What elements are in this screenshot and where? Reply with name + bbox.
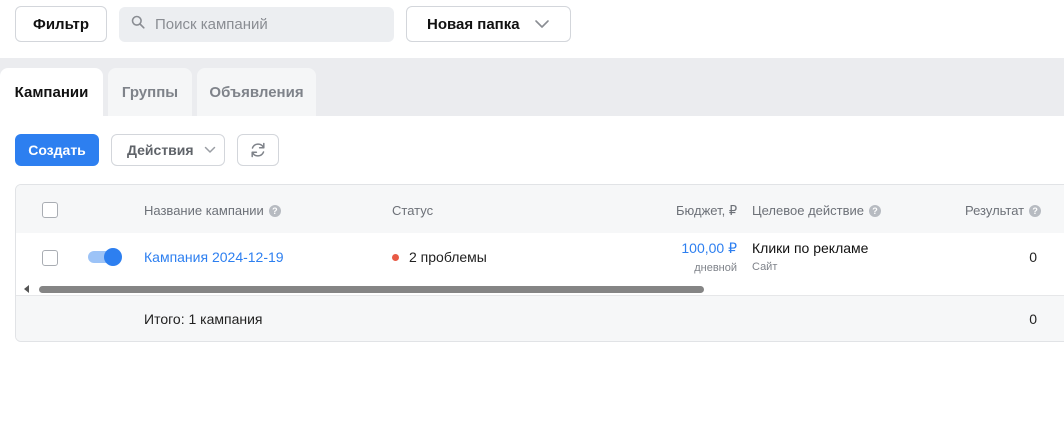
search-box[interactable] — [119, 7, 394, 42]
search-icon — [131, 15, 145, 34]
help-icon[interactable]: ? — [268, 204, 281, 217]
status-text[interactable]: 2 проблемы — [409, 249, 487, 265]
search-input[interactable] — [153, 15, 377, 34]
chevron-down-icon — [204, 146, 216, 154]
goal-cell: Клики по рекламе Сайт — [752, 240, 868, 273]
tab-ads[interactable]: Объявления — [197, 68, 316, 116]
budget-cell[interactable]: 100,00 ₽ дневной — [616, 240, 737, 274]
create-button[interactable]: Создать — [15, 134, 99, 166]
tab-campaigns[interactable]: Кампании — [0, 68, 103, 116]
create-button-label: Создать — [28, 142, 86, 158]
goal-sub: Сайт — [752, 261, 778, 273]
column-budget-header[interactable]: Бюджет, ₽ — [676, 203, 737, 219]
column-result-label: Результат — [965, 203, 1025, 218]
column-budget-label: Бюджет, ₽ — [676, 203, 738, 218]
column-name-label: Название кампании — [144, 203, 264, 218]
tab-campaigns-label: Кампании — [14, 83, 89, 101]
goal-value: Клики по рекламе — [752, 240, 869, 256]
actions-dropdown[interactable]: Действия — [111, 134, 225, 166]
column-goal-header[interactable]: Целевое действие ? — [752, 203, 881, 218]
total-label: Итого: 1 кампания — [144, 311, 263, 327]
table-row[interactable]: Кампания 2024-12-19 2 проблемы 100,00 ₽ … — [16, 233, 1064, 281]
status-cell: 2 проблемы — [392, 249, 487, 265]
budget-value: 100,00 ₽ — [681, 240, 737, 256]
folder-dropdown[interactable]: Новая папка — [406, 6, 571, 42]
column-goal-label: Целевое действие — [752, 203, 864, 218]
refresh-button[interactable] — [237, 134, 279, 166]
budget-period: дневной — [694, 262, 737, 274]
filter-button-label: Фильтр — [33, 15, 89, 33]
total-result: 0 — [1029, 311, 1037, 327]
column-result-header[interactable]: Результат ? — [965, 203, 1042, 218]
campaign-name-link[interactable]: Кампания 2024-12-19 — [144, 249, 284, 265]
select-all-checkbox[interactable] — [42, 202, 58, 218]
table-header: Название кампании ? Статус Бюджет, ₽ Цел… — [16, 185, 1064, 234]
horizontal-scrollbar[interactable] — [16, 281, 1064, 296]
help-icon[interactable]: ? — [1029, 204, 1042, 217]
help-icon[interactable]: ? — [869, 204, 881, 217]
status-error-dot — [392, 253, 399, 261]
folder-dropdown-label: Новая папка — [427, 15, 520, 33]
tab-ads-label: Объявления — [209, 83, 304, 101]
column-status-header[interactable]: Статус — [392, 203, 433, 218]
column-status-label: Статус — [392, 203, 434, 218]
toolbar: Фильтр Новая папка — [0, 0, 1064, 58]
scroll-left-arrow-icon[interactable] — [24, 285, 29, 293]
table-footer: Итого: 1 кампания 0 — [16, 296, 1064, 341]
row-checkbox[interactable] — [42, 250, 58, 266]
scrollbar-thumb[interactable] — [39, 286, 704, 293]
tab-groups[interactable]: Группы — [108, 68, 192, 116]
chevron-down-icon — [534, 19, 550, 29]
column-name-header[interactable]: Название кампании ? — [144, 203, 281, 218]
tab-groups-label: Группы — [121, 83, 179, 101]
campaign-toggle[interactable] — [88, 248, 122, 266]
refresh-icon — [248, 140, 268, 160]
filter-button[interactable]: Фильтр — [15, 6, 107, 42]
result-value: 0 — [1029, 249, 1037, 265]
actions-dropdown-label: Действия — [127, 142, 194, 158]
campaigns-table: Название кампании ? Статус Бюджет, ₽ Цел… — [15, 184, 1064, 342]
